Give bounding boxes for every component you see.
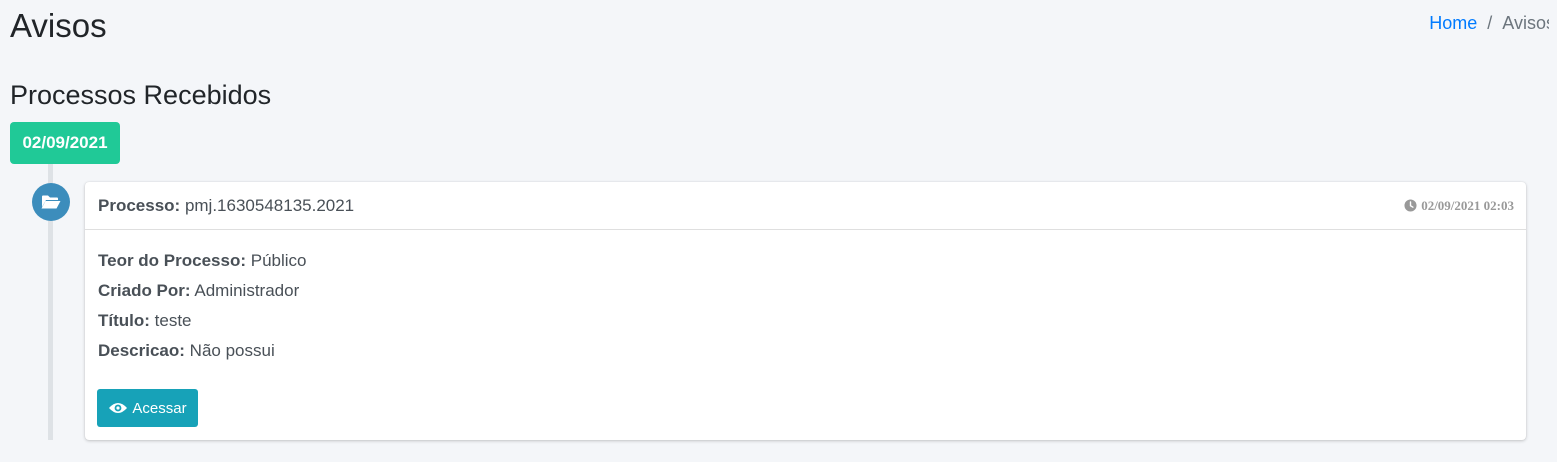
field-descricao: Descricao: Não possui [98,336,1513,366]
breadcrumb-current: Avisos [1502,13,1555,33]
breadcrumb: Home / Avisos [1429,11,1555,35]
process-label: Processo: [98,195,181,215]
field-value: Público [250,251,307,270]
field-criado-por: Criado Por: Administrador [98,276,1513,306]
field-label: Criado Por: [98,281,191,300]
process-card-body: Teor do Processo: Público Criado Por: Ad… [85,230,1526,366]
breadcrumb-home-link[interactable]: Home [1429,11,1477,35]
breadcrumb-separator: / [1487,13,1493,33]
field-value: teste [154,311,192,330]
timeline-date-badge: 02/09/2021 [10,122,120,164]
section-title: Processos Recebidos [10,80,272,110]
clock-icon [1404,199,1417,212]
folder-open-icon [32,183,70,221]
field-value: Administrador [194,281,300,300]
field-label: Teor do Processo: [98,251,246,270]
scrollbar[interactable] [1549,0,1557,462]
field-titulo: Título: teste [98,306,1513,336]
process-header: Processo: pmj.1630548135.2021 [98,196,354,216]
access-button[interactable]: Acessar [97,389,198,427]
process-number: pmj.1630548135.2021 [184,195,355,215]
field-label: Descricao: [98,341,185,360]
field-teor: Teor do Processo: Público [98,246,1513,276]
field-label: Título: [98,311,150,330]
process-card: Processo: pmj.1630548135.2021 02/09/2021… [85,182,1526,440]
process-card-header: Processo: pmj.1630548135.2021 02/09/2021… [85,182,1526,230]
field-value: Não possui [189,341,275,360]
process-time: 02/09/2021 02:03 [1421,197,1514,213]
eye-icon [109,403,128,413]
process-timestamp: 02/09/2021 02:03 [1404,198,1514,214]
access-button-label: Acessar [132,399,187,417]
page-title: Avisos [10,7,107,44]
